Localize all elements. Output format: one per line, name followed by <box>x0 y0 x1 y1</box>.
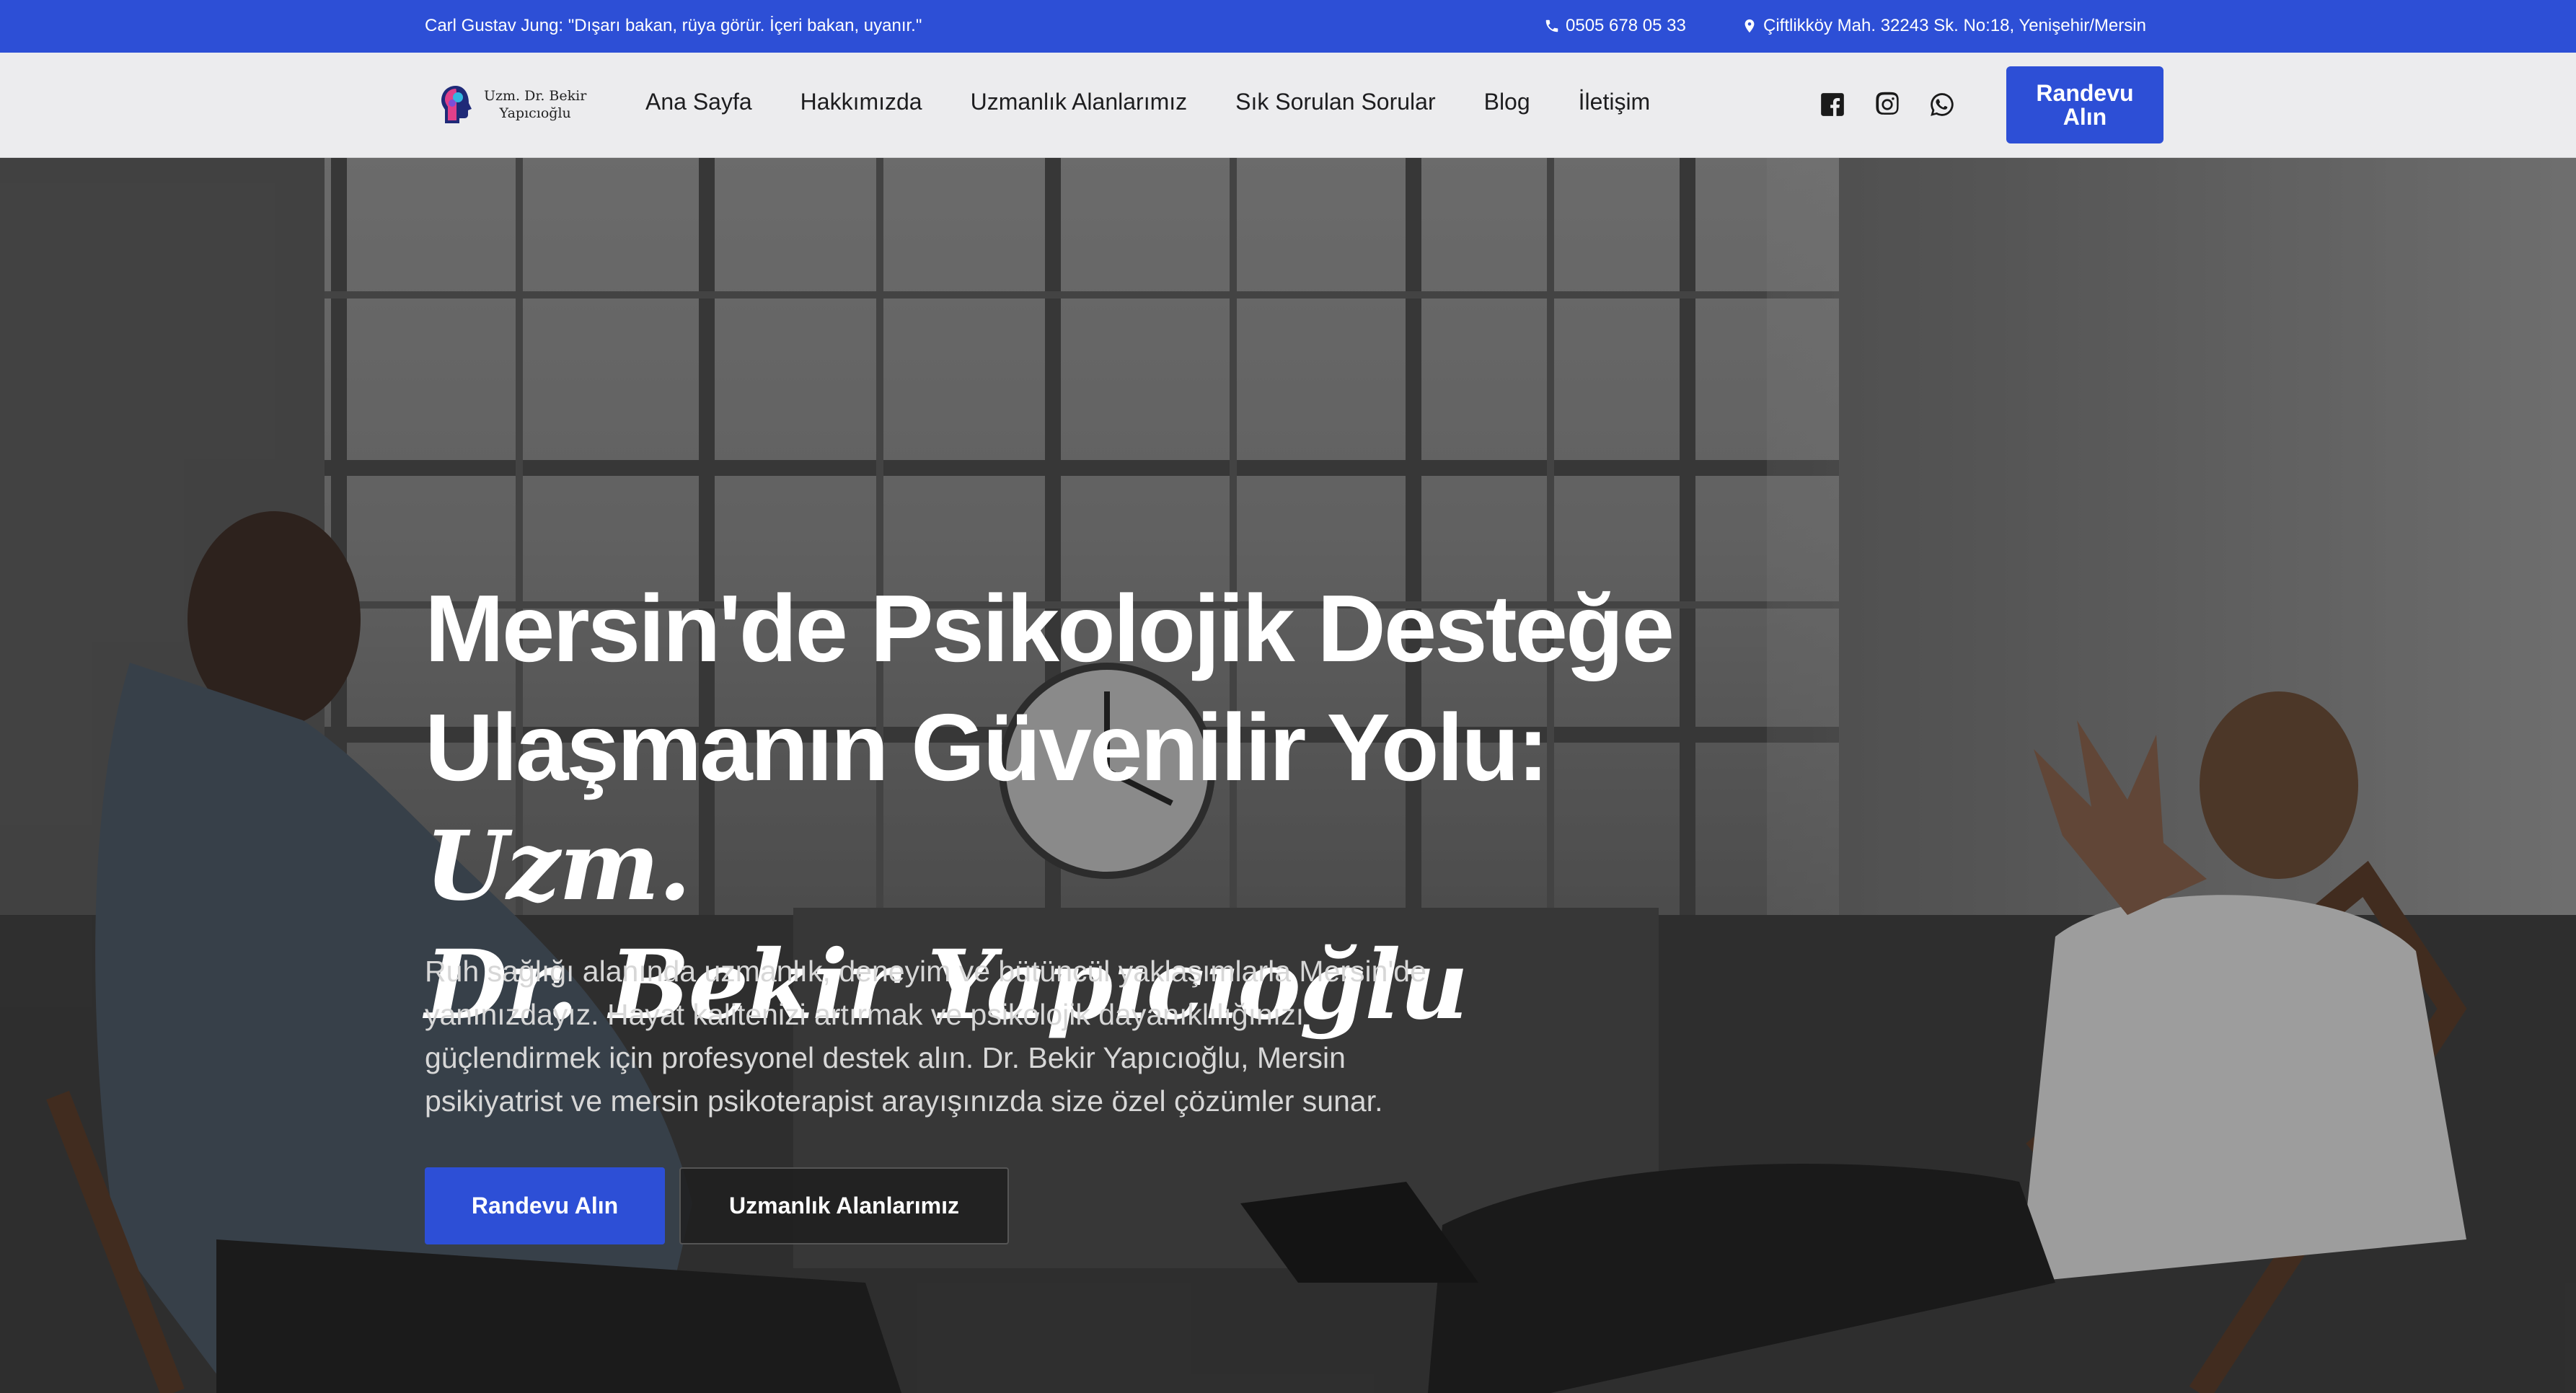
nav-item-contact[interactable]: İletişim <box>1579 89 1651 115</box>
hero-title-line-2: Ulaşmanın Güvenilir Yolu: <box>425 694 1549 800</box>
main-navbar: Uzm. Dr. Bekir Yapıcıoğlu Ana Sayfa Hakk… <box>0 53 2576 158</box>
topbar-address[interactable]: Çiftlikköy Mah. 32243 Sk. No:18, Yenişeh… <box>1742 16 2146 36</box>
hero-title-emphasis-1: Uzm. <box>425 810 692 922</box>
phone-icon <box>1545 19 1558 32</box>
brain-head-logo-icon <box>441 86 472 123</box>
whatsapp-icon[interactable] <box>1928 91 1956 118</box>
nav-item-blog[interactable]: Blog <box>1484 89 1530 115</box>
address-text: Çiftlikköy Mah. 32243 Sk. No:18, Yenişeh… <box>1763 16 2146 35</box>
logo-line-1: Uzm. Dr. Bekir <box>484 88 587 104</box>
facebook-icon[interactable] <box>1819 91 1846 118</box>
nav-menu: Ana Sayfa Hakkımızda Uzmanlık Alanlarımı… <box>645 89 1698 115</box>
hero-section: Mersin'de Psikolojik Desteğe Ulaşmanın Gü… <box>0 158 2576 1393</box>
map-pin-icon <box>1744 19 1755 33</box>
hero-title-line-1: Mersin'de Psikolojik Desteğe <box>425 575 1675 681</box>
nav-item-faq[interactable]: Sık Sorulan Sorular <box>1235 89 1435 115</box>
site-logo[interactable]: Uzm. Dr. Bekir Yapıcıoğlu <box>436 83 586 126</box>
nav-item-about[interactable]: Hakkımızda <box>800 89 922 115</box>
phone-number: 0505 678 05 33 <box>1566 16 1686 35</box>
nav-item-expertise[interactable]: Uzmanlık Alanlarımız <box>971 89 1188 115</box>
hero-expertise-button[interactable]: Uzmanlık Alanlarımız <box>679 1167 1009 1244</box>
topbar-phone[interactable]: 0505 678 05 33 <box>1544 16 1686 36</box>
appointment-button[interactable]: Randevu Alın <box>2006 66 2163 143</box>
hero-appointment-button[interactable]: Randevu Alın <box>425 1167 665 1244</box>
logo-line-2: Yapıcıoğlu <box>499 105 571 121</box>
hero-description: Ruh sağlığı alanında uzmanlık, deneyim v… <box>425 955 1426 1118</box>
top-info-bar: Carl Gustav Jung: "Dışarı bakan, rüya gö… <box>0 0 2576 53</box>
social-links <box>1819 91 1956 118</box>
topbar-quote: Carl Gustav Jung: "Dışarı bakan, rüya gö… <box>425 16 922 35</box>
instagram-icon[interactable] <box>1874 91 1901 118</box>
logo-text: Uzm. Dr. Bekir Yapıcıoğlu <box>484 87 586 122</box>
nav-item-home[interactable]: Ana Sayfa <box>645 89 752 115</box>
